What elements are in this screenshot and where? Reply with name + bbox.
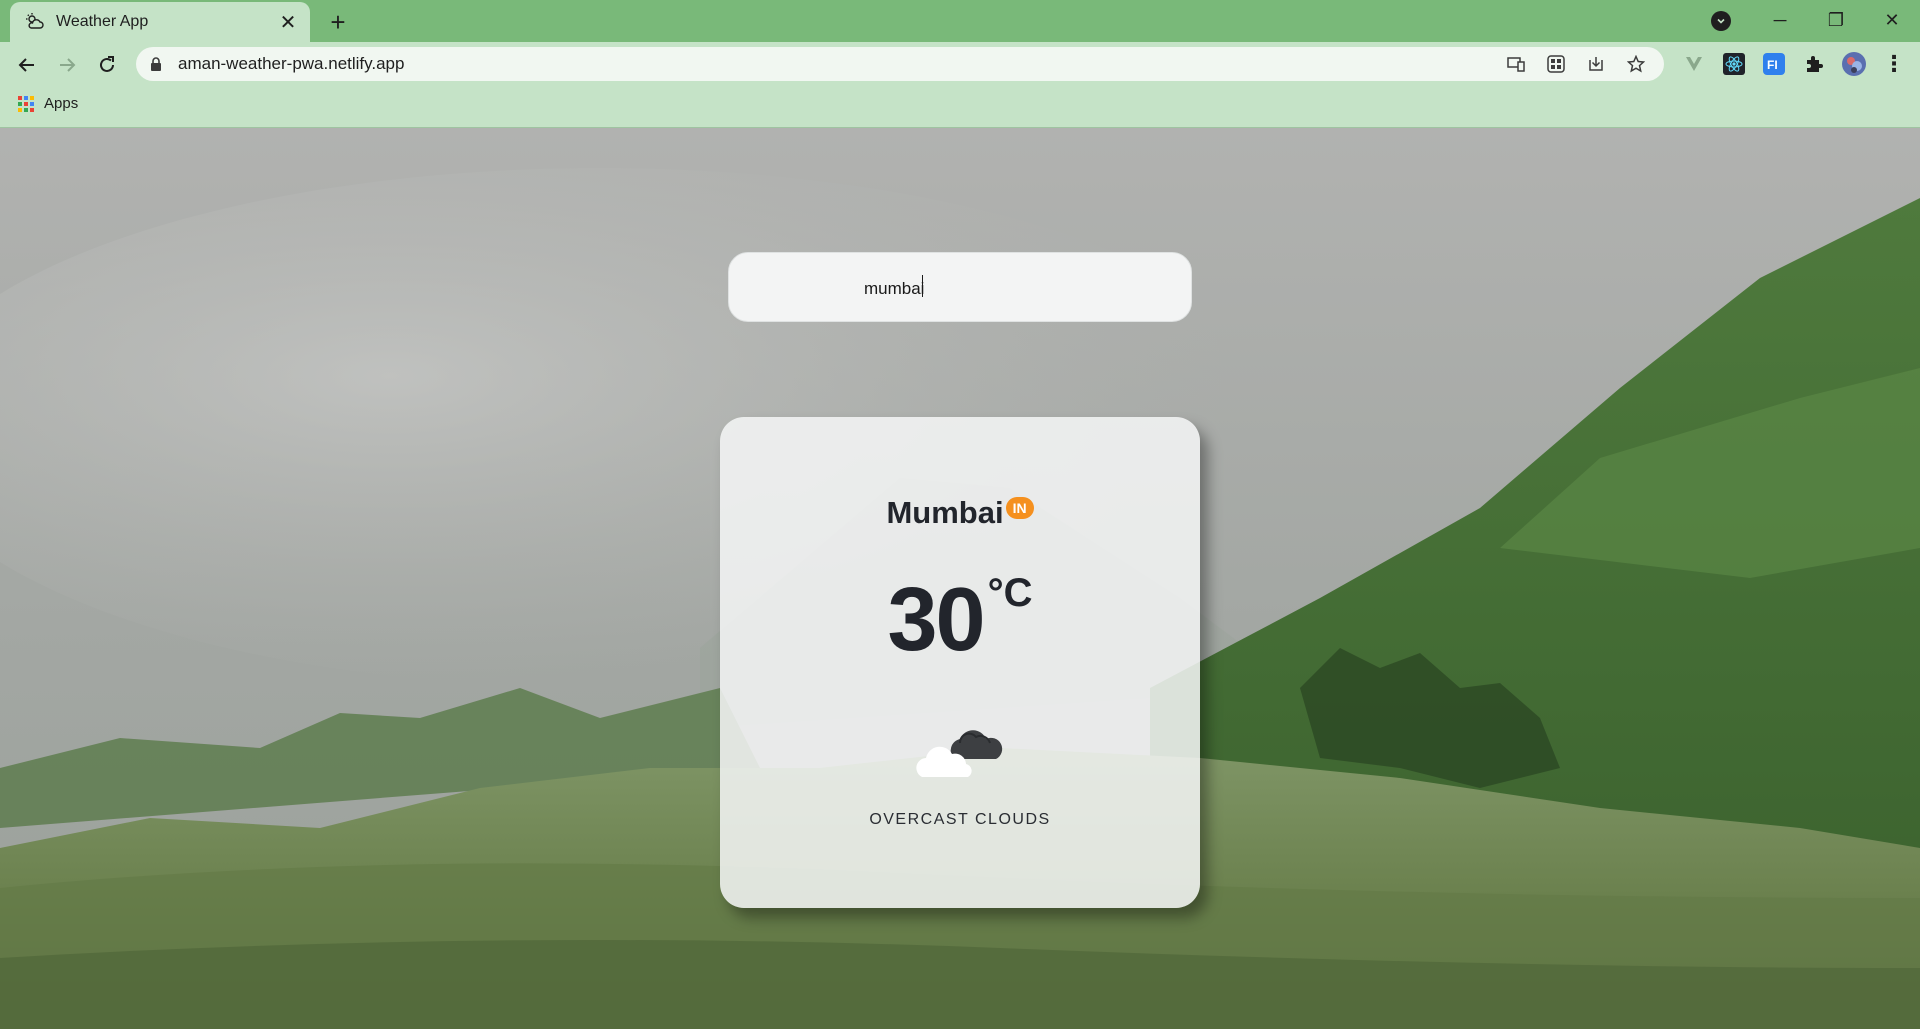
tab-close-icon[interactable]: ✕ xyxy=(276,10,300,34)
city-search-input[interactable] xyxy=(862,271,1166,307)
temperature-unit: °C xyxy=(987,571,1033,615)
country-badge: IN xyxy=(1005,497,1034,519)
weather-favicon-icon xyxy=(24,11,46,33)
window-controls: ─ ❐ ✕ xyxy=(1752,0,1920,40)
overcast-clouds-icon xyxy=(914,719,1006,783)
profile-avatar[interactable] xyxy=(1834,47,1874,81)
install-app-icon[interactable] xyxy=(1576,49,1616,79)
city-heading: Mumbai IN xyxy=(720,495,1200,531)
tab-search-icon[interactable] xyxy=(1711,11,1731,31)
tab-strip: Weather App ✕ + ─ ❐ ✕ xyxy=(0,0,1920,42)
url-text: aman-weather-pwa.netlify.app xyxy=(178,54,405,73)
browser-tab[interactable]: Weather App ✕ xyxy=(10,2,310,42)
bookmarks-bar: Apps xyxy=(0,87,1920,128)
minimize-button[interactable]: ─ xyxy=(1752,0,1808,40)
svg-text:FI: FI xyxy=(1767,58,1778,72)
apps-grid-icon xyxy=(18,95,34,112)
city-name: Mumbai xyxy=(886,495,1004,530)
city-search-box[interactable] xyxy=(728,252,1192,322)
close-window-button[interactable]: ✕ xyxy=(1864,0,1920,40)
reload-icon xyxy=(100,56,114,72)
weather-card: Mumbai IN 30 °C OVERCAST CLOUDS xyxy=(720,417,1200,908)
reload-button[interactable] xyxy=(90,48,124,82)
weather-description: OVERCAST CLOUDS xyxy=(869,811,1051,828)
restore-button[interactable]: ❐ xyxy=(1808,0,1864,40)
forward-arrow-icon xyxy=(60,58,76,72)
bookmark-star-icon[interactable] xyxy=(1616,49,1656,79)
temperature-value: 30 xyxy=(887,570,986,670)
vue-devtools-icon[interactable] xyxy=(1674,47,1714,81)
weather-app-page: MumbaiIN 30°C OVERCAST CLOUDS xyxy=(0,128,1920,1029)
tab-title: Weather App xyxy=(56,13,149,30)
address-bar[interactable]: aman-weather-pwa.netlify.app xyxy=(136,47,1664,81)
forward-button[interactable] xyxy=(50,48,84,82)
browser-menu-icon[interactable]: ⋮ xyxy=(1874,47,1914,81)
new-tab-button[interactable]: + xyxy=(324,7,352,37)
bookmark-label: Apps xyxy=(44,95,79,112)
bookmark-apps[interactable]: Apps xyxy=(18,95,78,112)
qr-code-icon[interactable] xyxy=(1536,49,1576,79)
back-arrow-icon xyxy=(18,58,34,72)
text-caret xyxy=(922,275,923,297)
react-devtools-icon[interactable] xyxy=(1714,47,1754,81)
cast-icon[interactable] xyxy=(1496,49,1536,79)
browser-toolbar: aman-weather-pwa.netlify.app FI ⋮ xyxy=(0,42,1920,87)
lock-icon xyxy=(150,57,164,71)
fi-extension-icon[interactable]: FI xyxy=(1754,47,1794,81)
extensions-puzzle-icon[interactable] xyxy=(1794,47,1834,81)
temperature: 30 °C xyxy=(720,571,1200,665)
back-button[interactable] xyxy=(10,48,44,82)
